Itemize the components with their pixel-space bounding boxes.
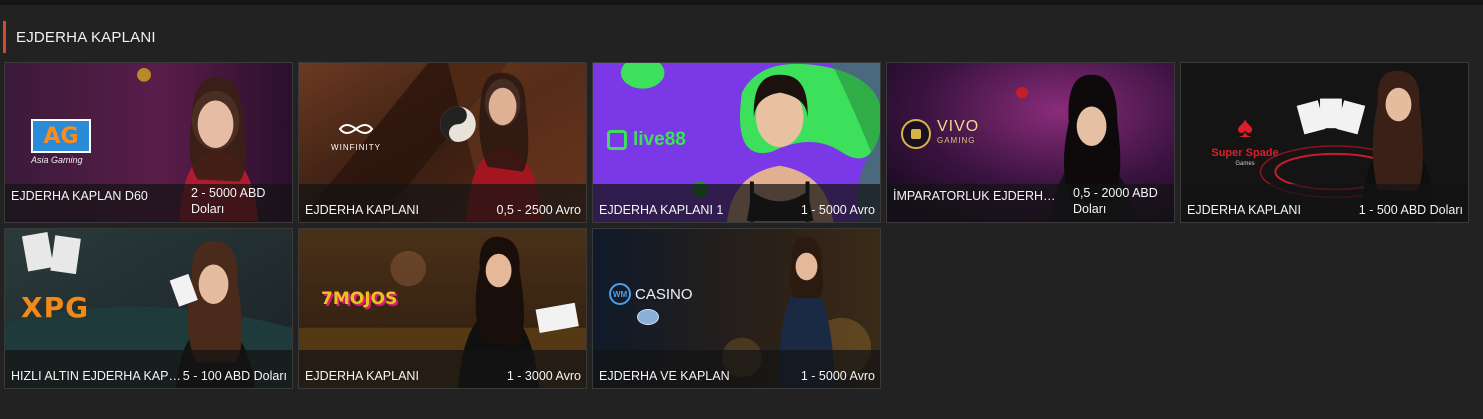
live88-logo: live88: [607, 129, 686, 151]
xpg-logo: XPG: [21, 291, 90, 324]
bet-limit: 2 - 5000 ABD Doları: [191, 186, 266, 216]
game-title: HIZLI ALTIN EJDERHA KAPL...: [11, 369, 181, 383]
winfinity-logo: WINFINITY: [321, 121, 391, 155]
bet-limit: 0,5 - 2500 Avro: [496, 203, 581, 217]
game-card-ejderha-kaplani-winfinity[interactable]: WINFINITY EJDERHA KAPLANI 0,5 - 2500 Avr…: [298, 62, 587, 223]
game-card-ejderha-kaplani-1[interactable]: live88 EJDERHA KAPLANI 1 1 - 5000 Avro: [592, 62, 881, 223]
game-card-imparatorluk-ejderha[interactable]: VIVO GAMING İMPARATORLUK EJDERHA ... 0,5…: [886, 62, 1175, 223]
dice-icon: [901, 119, 931, 149]
game-caption: EJDERHA KAPLANI 1 1 - 5000 Avro: [593, 184, 880, 222]
spade-icon: ♠: [1237, 111, 1253, 144]
game-caption: İMPARATORLUK EJDERHA ... 0,5 - 2000 ABD …: [887, 184, 1174, 222]
ag-logo-subtitle: Asia Gaming: [31, 155, 83, 165]
vivo-gaming-logo: VIVO GAMING: [901, 119, 979, 149]
bet-limit: 0,5 - 2000 ABD Doları: [1073, 186, 1158, 216]
game-title: EJDERHA VE KAPLAN: [599, 369, 730, 383]
game-title: EJDERHA KAPLANI: [1187, 203, 1301, 217]
game-card-ejderha-ve-kaplan[interactable]: WM CASINO EJDERHA VE KAPLAN 1 - 5000 Avr…: [592, 228, 881, 389]
chip-icon: [637, 309, 659, 325]
game-card-ejderha-kaplani-7mojos[interactable]: 7MOJOS EJDERHA KAPLANI 1 - 3000 Avro: [298, 228, 587, 389]
game-card-ejderha-kaplan-d60[interactable]: AG Asia Gaming EJDERHA KAPLAN D60 2 - 50…: [4, 62, 293, 223]
game-title: EJDERHA KAPLANI: [305, 369, 419, 383]
section-title-text: EJDERHA KAPLANI: [16, 28, 156, 46]
ag-logo: AG: [31, 119, 91, 153]
game-title: EJDERHA KAPLAN D60: [11, 189, 148, 203]
game-caption: HIZLI ALTIN EJDERHA KAPL... 5 - 100 ABD …: [5, 350, 292, 388]
wm-casino-logo: WM CASINO: [609, 283, 693, 305]
game-title: İMPARATORLUK EJDERHA ...: [893, 189, 1063, 203]
game-card-ejderha-kaplani-super-spade[interactable]: ♠ Super Spade Games EJDERHA KAPLANI 1 - …: [1180, 62, 1469, 223]
super-spade-logo: ♠ Super Spade Games: [1205, 111, 1285, 168]
game-caption: EJDERHA KAPLANI 1 - 500 ABD Doları: [1181, 184, 1468, 222]
bet-limit: 5 - 100 ABD Doları: [182, 369, 287, 383]
section-title: EJDERHA KAPLANI: [3, 21, 156, 53]
7mojos-logo: 7MOJOS: [321, 289, 398, 309]
game-caption: EJDERHA VE KAPLAN 1 - 5000 Avro: [593, 350, 880, 388]
bet-limit: 1 - 500 ABD Doları: [1358, 203, 1463, 217]
live88-icon: [607, 130, 627, 150]
game-title: EJDERHA KAPLANI 1: [599, 203, 724, 217]
bet-limit: 1 - 5000 Avro: [800, 203, 875, 217]
bet-limit: 1 - 3000 Avro: [506, 369, 581, 383]
game-caption: EJDERHA KAPLANI 0,5 - 2500 Avro: [299, 184, 586, 222]
game-title: EJDERHA KAPLANI: [305, 203, 419, 217]
game-caption: EJDERHA KAPLAN D60 2 - 5000 ABD Doları: [5, 184, 292, 222]
wm-icon: WM: [609, 283, 631, 305]
infinity-icon: [338, 124, 374, 134]
bet-limit: 1 - 5000 Avro: [800, 369, 875, 383]
game-caption: EJDERHA KAPLANI 1 - 3000 Avro: [299, 350, 586, 388]
game-card-hizli-altin-ejderha[interactable]: XPG HIZLI ALTIN EJDERHA KAPL... 5 - 100 …: [4, 228, 293, 389]
